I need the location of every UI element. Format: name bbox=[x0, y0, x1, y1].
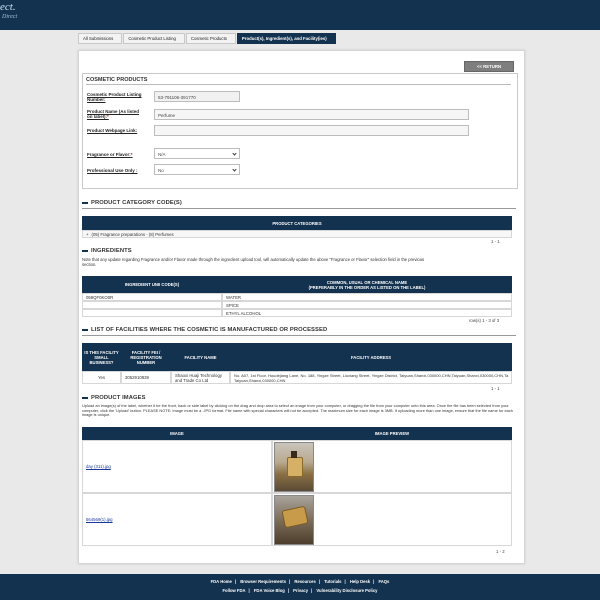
fragrance-label-text: Fragrance or Flavor: bbox=[87, 152, 131, 157]
category-row: + (05) Fragrance preparations - (8) Perfu… bbox=[82, 230, 512, 238]
facility-small-cell: Yes bbox=[82, 371, 121, 384]
facility-address-cell: No. A07, 1st Floor, Houdejiang Lane, No.… bbox=[230, 371, 512, 384]
images-col-image: IMAGE bbox=[82, 427, 272, 440]
facilities-section-title: LIST OF FACILITIES WHERE THE COSMETIC IS… bbox=[82, 327, 327, 333]
top-banner: ect. Direct bbox=[0, 0, 600, 30]
divider bbox=[82, 208, 516, 209]
facility-col-fei: FACILITY FEI / REGISTRATION NUMBER bbox=[121, 343, 171, 371]
footer-link-fda-home[interactable]: FDA Home bbox=[211, 579, 232, 584]
logo: ect. Direct bbox=[0, 2, 17, 22]
webpage-field[interactable] bbox=[154, 125, 469, 136]
footer-link-vulnerability-disclosure[interactable]: Vulnerability Disclosure Policy bbox=[316, 588, 377, 593]
images-section-text: PRODUCT IMAGES bbox=[91, 395, 146, 401]
section-bar bbox=[82, 397, 88, 399]
ingredient-code-cell bbox=[82, 309, 222, 317]
footer-link-fda-voice-blog[interactable]: FDA Voice Blog bbox=[254, 588, 285, 593]
ingredient-code-cell: 059QF0KO0R bbox=[82, 293, 222, 301]
section-bar bbox=[82, 250, 88, 252]
footer-link-browser-requirements[interactable]: Browser Requirements bbox=[240, 579, 286, 584]
product-name-field[interactable]: Perfume bbox=[154, 109, 469, 120]
section-bar bbox=[82, 329, 88, 331]
breadcrumb-current: Product(s), Ingredient(s), and Facility(… bbox=[236, 33, 336, 44]
category-table-header: PRODUCT CATEGORIES bbox=[82, 216, 512, 230]
images-section-title: PRODUCT IMAGES bbox=[82, 395, 146, 401]
required-marker: * bbox=[107, 114, 109, 119]
logo-subtext: Direct bbox=[2, 14, 18, 20]
ingredients-col-code: INGREDIENT UNII CODE(S) bbox=[82, 276, 222, 293]
facility-col-small-business: IS THIS FACILITY SMALL BUSINESS? bbox=[82, 343, 121, 371]
cosmetic-products-title: COSMETIC PRODUCTS bbox=[86, 77, 148, 83]
image-file-link[interactable]: day (311).jpg bbox=[86, 464, 111, 469]
ingredients-pager: row(s) 1 - 3 of 3 bbox=[469, 318, 500, 323]
ingredient-name-cell: ETHYL ALCOHOL bbox=[222, 309, 512, 317]
required-marker: * bbox=[130, 152, 133, 157]
facilities-section-text: LIST OF FACILITIES WHERE THE COSMETIC IS… bbox=[91, 327, 328, 333]
footer-link-faqs[interactable]: FAQs bbox=[378, 579, 389, 584]
webpage-label: Product Webpage Link: bbox=[87, 128, 138, 133]
listing-number-label: Cosmetic Product Listing Number: bbox=[87, 92, 142, 102]
facility-col-name: FACILITY NAME bbox=[171, 343, 230, 371]
footer: FDA Home | Browser Requirements | Resource… bbox=[0, 574, 600, 600]
product-name-label-text: Product Name (As listed on label): bbox=[87, 109, 140, 119]
breadcrumb-cosmetic-products[interactable]: Cosmetic Products bbox=[185, 33, 236, 44]
ingredient-name-cell: WATER bbox=[222, 293, 512, 301]
ingredients-section-text: INGREDIENTS bbox=[91, 248, 132, 254]
ingredient-name-cell: SPICE bbox=[222, 301, 512, 309]
divider bbox=[86, 84, 511, 85]
facility-fei-cell: 3052910839 bbox=[121, 371, 171, 384]
image-file-cell: day (311).jpg bbox=[82, 440, 272, 493]
category-section-text: PRODUCT CATEGORY CODE(S) bbox=[91, 200, 182, 206]
footer-link-help-desk[interactable]: Help Desk bbox=[350, 579, 370, 584]
professional-use-label: Professional Use Only : bbox=[87, 168, 138, 173]
images-col-preview: IMAGE PREVIEW bbox=[272, 427, 512, 440]
facility-col-address: FACILITY ADDRESS bbox=[230, 343, 512, 371]
breadcrumb: All Submissions Cosmetic Product Listing… bbox=[78, 33, 337, 44]
breadcrumb-all-submissions[interactable]: All Submissions bbox=[78, 33, 123, 44]
ingredients-col-name-line2: (PREFERABLY IN THE ORDER AS LISTED ON TH… bbox=[308, 284, 426, 290]
section-bar bbox=[82, 202, 88, 204]
footer-link-tutorials[interactable]: Tutorials bbox=[324, 579, 341, 584]
category-pager: 1 - 1 bbox=[491, 239, 500, 244]
return-button[interactable]: << RETURN bbox=[464, 61, 514, 72]
perfume-image-preview[interactable] bbox=[274, 442, 314, 492]
breadcrumb-cosmetic-product-listing[interactable]: Cosmetic Product Listing bbox=[123, 33, 185, 44]
professional-use-select[interactable]: No bbox=[154, 164, 240, 175]
footer-link-privacy[interactable]: Privacy bbox=[293, 588, 308, 593]
facility-name-cell: Shaoxi Huaji Technology and Trade Co Ltd bbox=[171, 371, 230, 384]
ingredients-section-title: INGREDIENTS bbox=[82, 248, 132, 254]
ingredients-note: Note that any update regarding Fragrance… bbox=[82, 257, 425, 267]
listing-number-field: 53-791106-391770 bbox=[154, 91, 240, 102]
divider bbox=[82, 335, 516, 336]
footer-link-resources[interactable]: Resources bbox=[294, 579, 315, 584]
footer-links-row2: Follow FDA | FDA Voice Blog | Privacy | Vul… bbox=[222, 588, 378, 593]
category-section-title: PRODUCT CATEGORY CODE(S) bbox=[82, 200, 182, 206]
bottle-shape bbox=[287, 457, 303, 477]
ingredients-col-name: COMMON, USUAL OR CHEMICAL NAME (PREFERAB… bbox=[222, 276, 512, 293]
ingredient-code-cell bbox=[82, 301, 222, 309]
facilities-pager: 1 - 1 bbox=[491, 386, 500, 391]
image-file-link[interactable]: 564569(1).jpg bbox=[86, 517, 113, 522]
fragrance-select[interactable]: N/A bbox=[154, 148, 240, 159]
bottle-cap-shape bbox=[291, 451, 297, 458]
images-note: Upload an image(s) of the label, whether… bbox=[82, 403, 513, 418]
bottle-shape bbox=[281, 505, 309, 529]
fragrance-label: Fragrance or Flavor:* bbox=[87, 152, 133, 157]
product-name-label: Product Name (As listed on label):* bbox=[87, 109, 142, 119]
footer-link-follow-fda[interactable]: Follow FDA bbox=[223, 588, 246, 593]
images-pager: 1 - 2 bbox=[496, 549, 505, 554]
logo-text: ect. bbox=[0, 1, 16, 13]
image-file-cell: 564569(1).jpg bbox=[82, 493, 272, 546]
perfume-image-preview[interactable] bbox=[274, 495, 314, 545]
footer-links-row1: FDA Home | Browser Requirements | Resource… bbox=[210, 579, 390, 584]
category-row-text: (05) Fragrance preparations - (8) Perfum… bbox=[91, 231, 174, 237]
